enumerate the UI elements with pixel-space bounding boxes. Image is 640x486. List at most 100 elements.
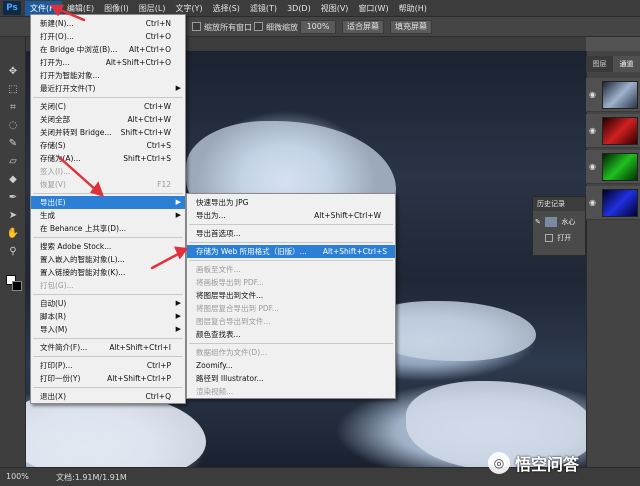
document-size: 文档:1.91M/1.91M (56, 473, 127, 482)
menu-item-paths-to-illustrator[interactable]: 路径到 Illustrator... (187, 372, 395, 385)
menu-item-open-smart-object[interactable]: 打开为智能对象... (31, 69, 185, 82)
history-step-open[interactable]: 打开 (535, 231, 585, 245)
scrubby-zoom-checkbox[interactable] (254, 22, 263, 31)
menu-item-data-sets[interactable]: 数据组作为文件(D)... (187, 346, 395, 359)
menu-item-save[interactable]: 存储(S) Ctrl+S (31, 139, 185, 152)
menu-item-import[interactable]: 导入(M) ▶ (31, 323, 185, 336)
menu-item-new[interactable]: 新建(N)... Ctrl+N (31, 17, 185, 30)
menu-item-file-info[interactable]: 文件简介(F)... Alt+Shift+Ctrl+I (31, 341, 185, 354)
menu-item-comps-to-files[interactable]: 图层复合导出到文件... (187, 315, 395, 328)
menu-item-place-linked[interactable]: 置入链接的智能对象(K)... (31, 266, 185, 279)
menu-item-print-one[interactable]: 打印一份(Y) Alt+Shift+Ctrl+P (31, 372, 185, 385)
menu-item-print[interactable]: 打印(P)... Ctrl+P (31, 359, 185, 372)
menu-item-check-in[interactable]: 签入(I)... (31, 165, 185, 178)
history-snapshot[interactable]: ✎ 水心 (535, 215, 585, 229)
brush-tool-icon[interactable]: ✎ (6, 137, 20, 151)
menu-item-recent[interactable]: 最近打开文件(T) ▶ (31, 82, 185, 95)
submenu-arrow-icon: ▶ (175, 299, 181, 307)
menu-window[interactable]: 窗口(W) (353, 1, 393, 16)
menu-item-quick-export-jpg[interactable]: 快速导出为 JPG (187, 196, 395, 209)
menu-item-artboards-to-pdf[interactable]: 将画板导出到 PDF... (187, 276, 395, 289)
eye-icon[interactable]: ◉ (589, 126, 598, 135)
fit-all-windows-checkbox[interactable] (192, 22, 201, 31)
menu-item-render-video[interactable]: 渲染视频... (187, 385, 395, 398)
menu-item-open-as[interactable]: 打开为... Alt+Shift+Ctrl+O (31, 56, 185, 69)
menu-item-export-prefs[interactable]: 导出首选项... (187, 227, 395, 240)
eye-icon[interactable]: ◉ (589, 198, 598, 207)
menu-separator (33, 193, 183, 194)
menu-item-exit[interactable]: 退出(X) Ctrl+Q (31, 390, 185, 403)
document-icon (545, 234, 553, 242)
menu-item-close-go-bridge[interactable]: 关闭并转到 Bridge... Shift+Ctrl+W (31, 126, 185, 139)
menu-item-zoomify[interactable]: Zoomify... (187, 359, 395, 372)
channel-thumbnail (602, 189, 638, 217)
channel-rgb[interactable]: ◉ (586, 78, 640, 112)
submenu-arrow-icon: ▶ (175, 312, 181, 320)
channel-blue[interactable]: ◉ (586, 186, 640, 220)
menu-item-package[interactable]: 打包(G)... (31, 279, 185, 292)
zoom-value-field[interactable]: 100% (300, 20, 336, 34)
menu-view[interactable]: 视图(V) (316, 1, 354, 16)
menu-separator (33, 97, 183, 98)
menu-item-close-all[interactable]: 关闭全部 Alt+Ctrl+W (31, 113, 185, 126)
lasso-tool-icon[interactable]: ◌ (6, 119, 20, 133)
scrubby-zoom-label: 细微缩放 (266, 23, 298, 32)
pen-tool-icon[interactable]: ✒ (6, 191, 20, 205)
menu-item-layers-to-files[interactable]: 将图层导出到文件... (187, 289, 395, 302)
channel-green[interactable]: ◉ (586, 150, 640, 184)
menu-item-scripts[interactable]: 脚本(R) ▶ (31, 310, 185, 323)
history-panel: 历史记录 ✎ 水心 打开 (532, 196, 586, 256)
menu-item-export-as[interactable]: 导出为... Alt+Shift+Ctrl+W (187, 209, 395, 222)
menu-select[interactable]: 选择(S) (208, 1, 245, 16)
zoom-level[interactable]: 100% (6, 472, 29, 481)
menu-help[interactable]: 帮助(H) (394, 1, 432, 16)
menu-separator (33, 356, 183, 357)
menu-item-artboards-to-files[interactable]: 画板至文件... (187, 263, 395, 276)
fit-screen-button[interactable]: 适合屏幕 (342, 20, 384, 34)
zoom-tool-icon[interactable]: ⚲ (6, 245, 20, 259)
tab-channels[interactable]: 通道 (613, 56, 640, 72)
menu-item-share-behance[interactable]: 在 Behance 上共享(D)... (31, 222, 185, 235)
menu-item-open[interactable]: 打开(O)... Ctrl+O (31, 30, 185, 43)
menu-separator (189, 224, 393, 225)
menu-item-revert[interactable]: 恢复(V) F12 (31, 178, 185, 191)
menu-separator (33, 294, 183, 295)
menu-item-close[interactable]: 关闭(C) Ctrl+W (31, 100, 185, 113)
tools-panel: ✥ ⬚ ⌗ ◌ ✎ ▱ ◆ ✒ ➤ ✋ ⚲ (0, 37, 26, 467)
marquee-tool-icon[interactable]: ⬚ (6, 83, 20, 97)
eye-icon[interactable]: ◉ (589, 90, 598, 99)
channel-red[interactable]: ◉ (586, 114, 640, 148)
hand-tool-icon[interactable]: ✋ (6, 227, 20, 241)
channel-thumbnail (602, 81, 638, 109)
file-menu: 新建(N)... Ctrl+N 打开(O)... Ctrl+O 在 Bridge 中… (30, 14, 186, 404)
menu-item-export[interactable]: 导出(E) ▶ (31, 196, 185, 209)
move-tool-icon[interactable]: ✥ (6, 65, 20, 79)
menu-item-comps-to-pdf[interactable]: 将图层复合导出到 PDF... (187, 302, 395, 315)
history-title: 历史记录 (533, 197, 585, 211)
menu-item-color-lookup[interactable]: 颜色查找表... (187, 328, 395, 341)
menu-item-place-embedded[interactable]: 置入嵌入的智能对象(L)... (31, 253, 185, 266)
crop-tool-icon[interactable]: ⌗ (6, 101, 20, 115)
menu-3d[interactable]: 3D(D) (282, 1, 316, 16)
menu-item-search-stock[interactable]: 搜索 Adobe Stock... (31, 240, 185, 253)
watermark: ◎ 悟空问答 (488, 452, 579, 474)
eraser-tool-icon[interactable]: ▱ (6, 155, 20, 169)
fill-screen-button[interactable]: 填充屏幕 (390, 20, 432, 34)
background-color-swatch[interactable] (12, 281, 22, 291)
fit-all-windows-label: 缩放所有窗口 (204, 23, 252, 32)
menu-filter[interactable]: 滤镜(T) (245, 1, 282, 16)
menu-item-generate[interactable]: 生成 ▶ (31, 209, 185, 222)
tab-layers[interactable]: 图层 (586, 56, 613, 72)
menu-item-save-for-web[interactable]: 存储为 Web 所用格式（旧版）... Alt+Shift+Ctrl+S (187, 245, 395, 258)
menu-separator (189, 343, 393, 344)
blur-tool-icon[interactable]: ◆ (6, 173, 20, 187)
menu-item-save-as[interactable]: 存储为(A)... Shift+Ctrl+S (31, 152, 185, 165)
channel-thumbnail (602, 153, 638, 181)
submenu-arrow-icon: ▶ (175, 325, 181, 333)
menu-separator (189, 260, 393, 261)
history-snapshot-label: 水心 (561, 218, 576, 226)
eye-icon[interactable]: ◉ (589, 162, 598, 171)
menu-item-automate[interactable]: 自动(U) ▶ (31, 297, 185, 310)
path-select-tool-icon[interactable]: ➤ (6, 209, 20, 223)
menu-item-browse-bridge[interactable]: 在 Bridge 中浏览(B)... Alt+Ctrl+O (31, 43, 185, 56)
